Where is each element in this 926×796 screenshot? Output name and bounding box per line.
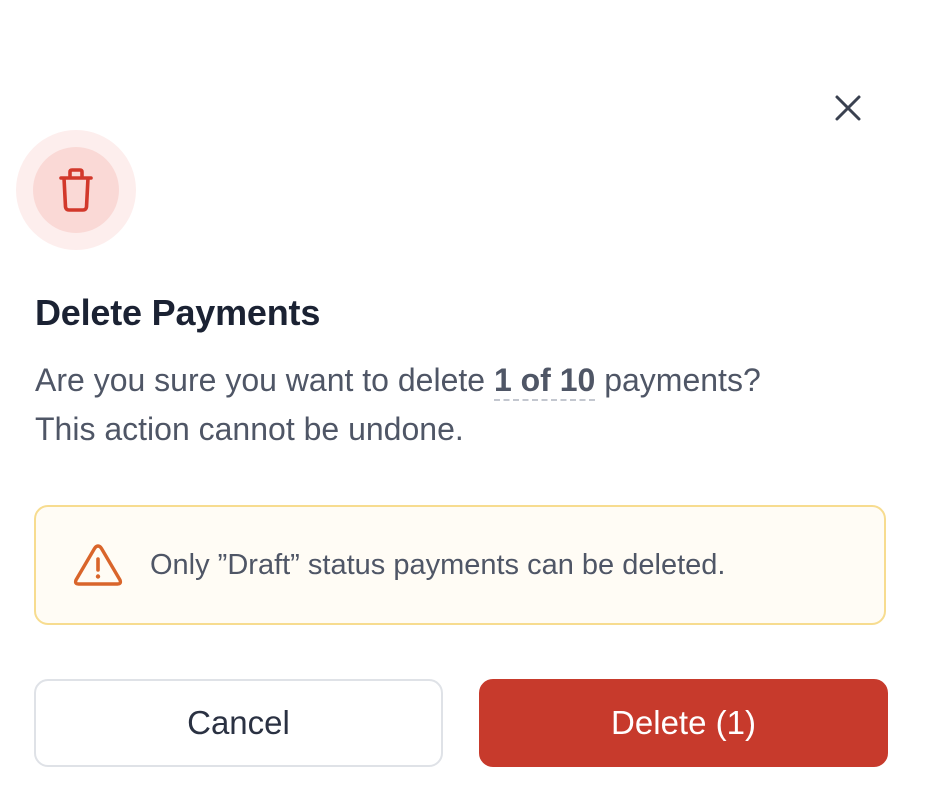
trash-icon bbox=[59, 168, 93, 212]
dialog-title: Delete Payments bbox=[35, 292, 321, 333]
selected-count: 1 of 10 bbox=[493, 362, 596, 401]
close-icon bbox=[835, 95, 861, 121]
warning-notice: Only ”Draft” status payments can be dele… bbox=[34, 505, 886, 625]
delete-payments-dialog: Delete Payments Are you sure you want to… bbox=[0, 0, 926, 796]
description-suffix: payments? bbox=[595, 362, 761, 398]
delete-button[interactable]: Delete (1) bbox=[479, 679, 888, 767]
warning-text: Only ”Draft” status payments can be dele… bbox=[150, 548, 726, 581]
warning-triangle-icon bbox=[73, 544, 123, 586]
header-icon-badge bbox=[16, 130, 136, 250]
close-button[interactable] bbox=[826, 86, 870, 130]
dialog-description: Are you sure you want to delete 1 of 10 … bbox=[35, 356, 895, 454]
description-prefix: Are you sure you want to delete bbox=[35, 362, 494, 398]
cancel-button[interactable]: Cancel bbox=[34, 679, 443, 767]
description-warning-line: This action cannot be undone. bbox=[35, 411, 464, 447]
